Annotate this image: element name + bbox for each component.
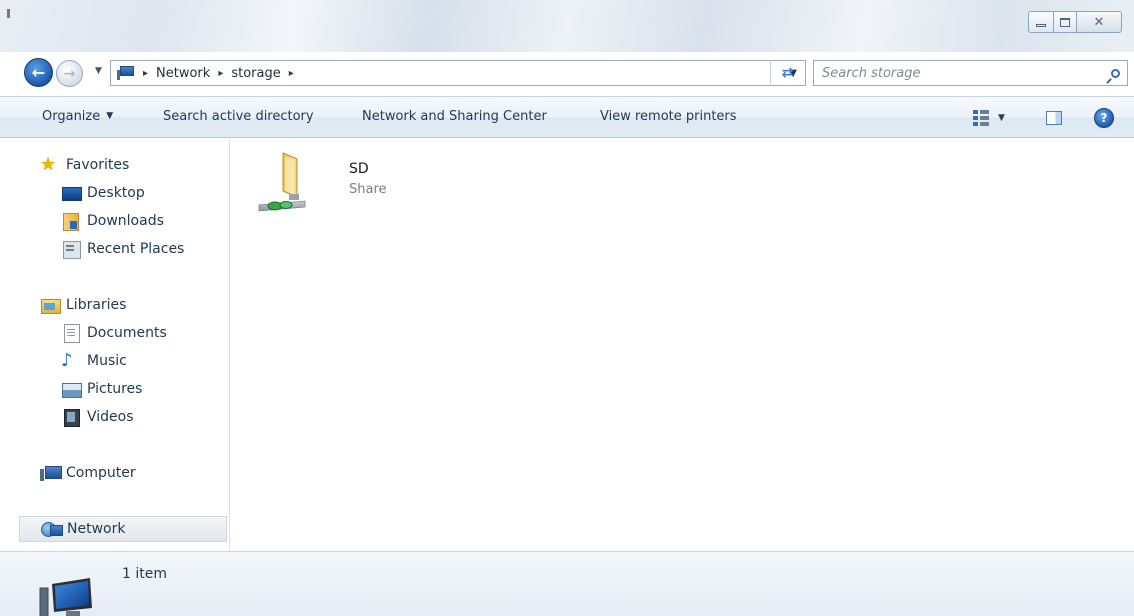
forward-arrow-icon: → [63,65,76,82]
nav-pictures[interactable]: Pictures [0,376,230,402]
item-count: 1 item [122,566,167,582]
forward-button[interactable]: → [56,60,83,87]
caption-buttons: ✕ [1028,11,1122,33]
change-view-button[interactable]: ▼ [973,110,1005,126]
breadcrumb-separator[interactable]: ▸ [143,68,148,79]
network-sharing-center-button[interactable]: Network and Sharing Center [362,109,547,124]
nav-recent-places[interactable]: Recent Places [0,236,230,262]
close-icon: ✕ [1093,14,1105,30]
item-name: SD [349,161,369,177]
nav-label: Libraries [66,297,127,313]
nav-desktop[interactable]: Desktop [0,180,230,206]
nav-music[interactable]: ♪ Music [0,348,230,374]
breadcrumb-storage[interactable]: storage [231,66,280,81]
videos-icon [61,408,81,427]
preview-pane-icon[interactable] [1046,111,1062,125]
item-type: Share [349,182,387,197]
breadcrumb-separator[interactable]: ▸ [218,68,223,79]
address-bar[interactable]: ▸ Network ▸ storage ▸ ▼ [110,60,806,86]
nav-label: Pictures [87,381,143,397]
nav-label: Desktop [87,185,145,201]
search-button[interactable] [1103,68,1127,78]
nav-label: Videos [87,409,134,425]
view-remote-printers-button[interactable]: View remote printers [600,109,737,124]
organize-label: Organize [42,109,101,124]
breadcrumb-separator[interactable]: ▸ [289,68,294,79]
nav-label: Music [87,353,127,369]
maximize-icon [1060,17,1070,27]
back-arrow-icon: ← [31,63,46,82]
nav-favorites[interactable]: ★ Favorites [0,152,230,178]
nav-videos[interactable]: Videos [0,404,230,430]
command-bar: Organize ▼ Search active directory Networ… [0,96,1134,138]
computer-icon [117,66,135,80]
downloads-icon [61,212,81,231]
search-icon [1110,68,1120,78]
title-bar: ✕ [0,0,1134,52]
nav-computer[interactable]: Computer [0,460,230,486]
star-icon: ★ [40,154,57,175]
close-button[interactable]: ✕ [1076,11,1122,33]
organize-menu[interactable]: Organize ▼ [42,109,113,124]
desktop-icon [61,184,82,202]
recent-places-icon [61,240,81,259]
nav-label: Downloads [87,213,164,229]
nav-label: Network [67,521,126,537]
refresh-button[interactable]: ⇄ [770,62,804,84]
details-pane: 1 item [0,551,1134,616]
refresh-icon: ⇄ [781,65,794,81]
list-item[interactable]: SD Share [253,145,453,215]
search-active-directory-button[interactable]: Search active directory [163,109,314,124]
chevron-down-icon: ▼ [998,113,1005,123]
nav-downloads[interactable]: Downloads [0,208,230,234]
network-share-folder-icon [258,152,306,212]
nav-documents[interactable]: Documents [0,320,230,346]
search-input[interactable] [822,65,1103,81]
computer-icon [40,464,62,482]
recent-pages-dropdown[interactable]: ▼ [95,66,102,76]
pictures-icon [61,380,82,398]
documents-icon [61,324,81,343]
back-button[interactable]: ← [24,58,53,87]
chevron-down-icon: ▼ [95,66,102,76]
file-list: SD Share [231,139,1134,551]
nav-label: Computer [66,465,136,481]
help-icon[interactable]: ? [1094,108,1114,128]
chevron-down-icon: ▼ [106,111,114,121]
nav-libraries[interactable]: Libraries [0,292,230,318]
views-icon [973,110,989,126]
search-box[interactable] [813,60,1128,86]
window-corner-mark [7,9,10,18]
nav-label: Documents [87,325,167,341]
nav-label: Favorites [66,157,130,173]
minimize-icon [1036,23,1046,27]
libraries-icon [40,296,61,314]
computer-icon [39,578,92,616]
nav-network[interactable]: Network [19,516,227,542]
nav-label: Recent Places [87,241,185,257]
minimize-button[interactable] [1028,11,1053,33]
network-icon [41,520,63,538]
navigation-pane: ★ Favorites Desktop Downloads Recent Pla… [0,139,230,551]
breadcrumb-network[interactable]: Network [156,66,210,81]
maximize-button[interactable] [1053,11,1076,33]
music-icon: ♪ [61,350,73,371]
